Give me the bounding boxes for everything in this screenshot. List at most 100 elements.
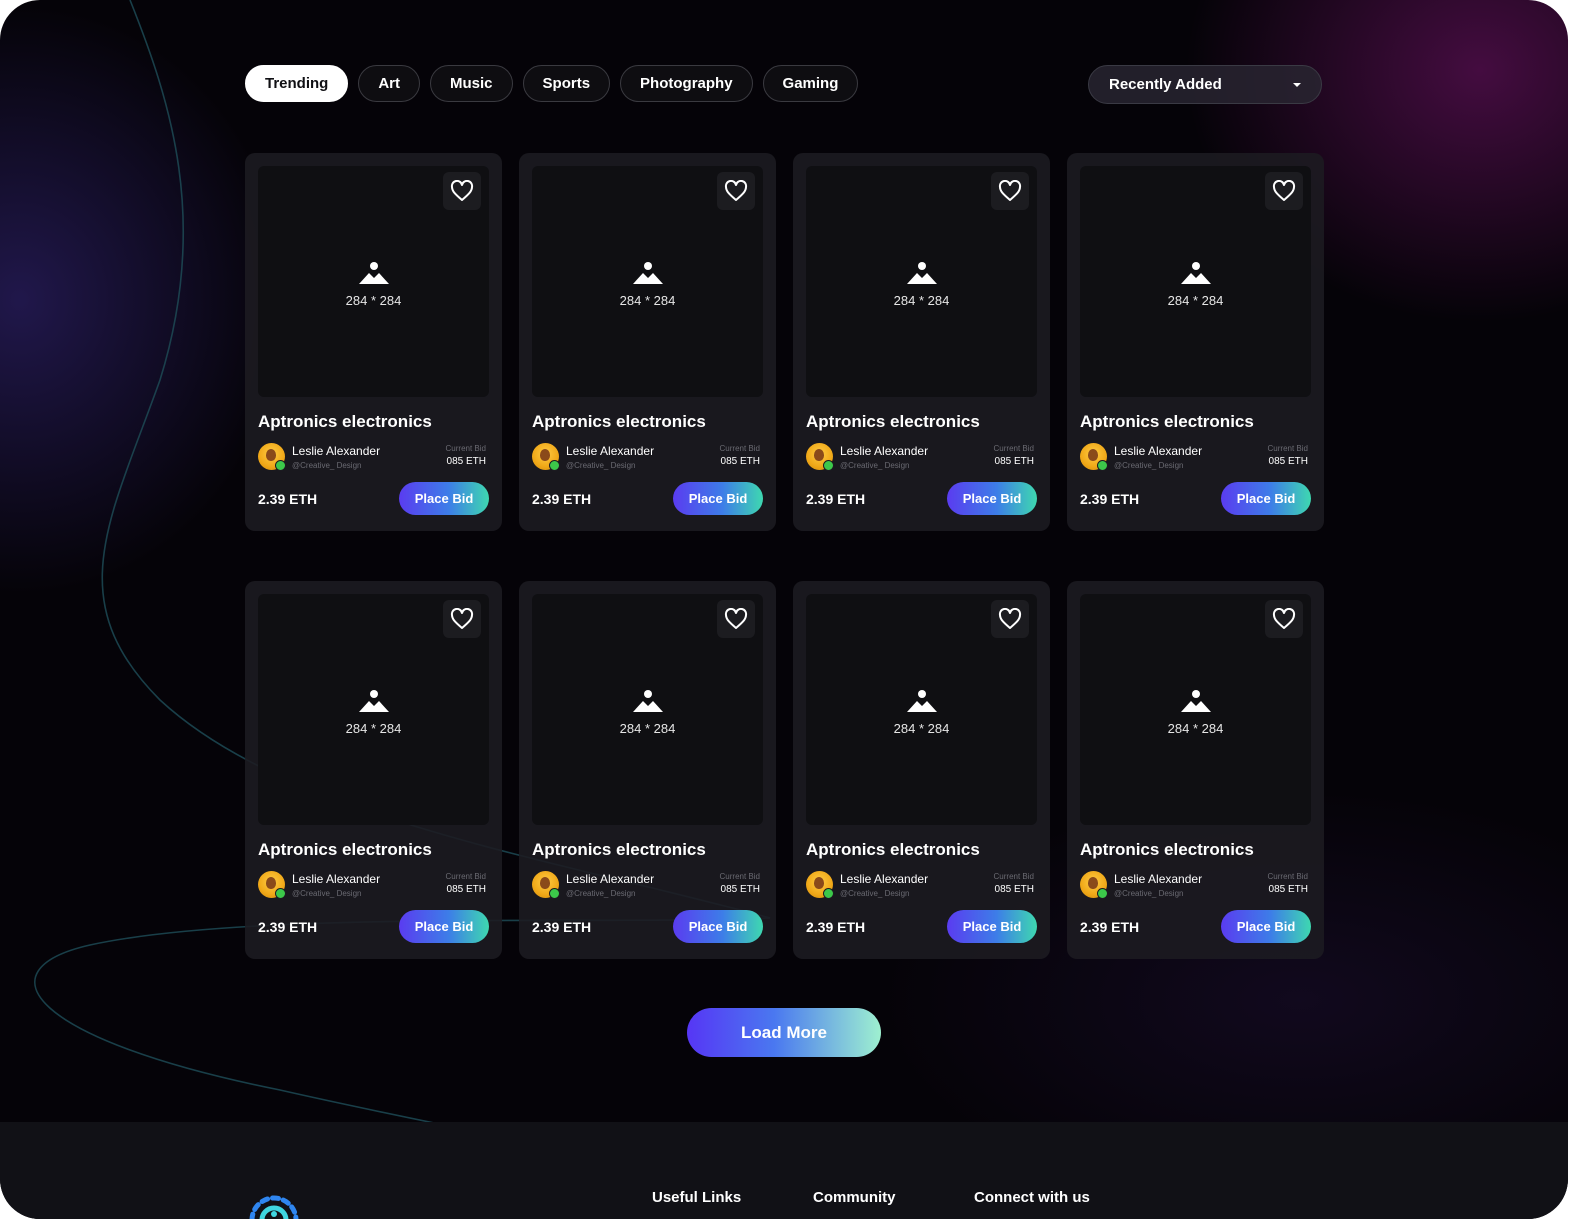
avatar[interactable] [806, 443, 834, 471]
filter-tab-photography[interactable]: Photography [620, 65, 753, 102]
current-bid-label: Current Bid [445, 444, 486, 453]
verified-badge-icon [549, 888, 560, 899]
nft-title[interactable]: Aptronics electronics [1080, 412, 1311, 432]
nft-card[interactable]: 284 * 284 Aptronics electronics Leslie A… [519, 581, 776, 959]
creator-name[interactable]: Leslie Alexander [292, 444, 380, 458]
nft-title[interactable]: Aptronics electronics [258, 412, 489, 432]
creator-handle: @Creative_ Design [292, 460, 362, 470]
creator-handle: @Creative_ Design [840, 460, 910, 470]
current-bid-value: 085 ETH [720, 456, 760, 467]
creator-name[interactable]: Leslie Alexander [566, 872, 654, 886]
nft-image-placeholder[interactable]: 284 * 284 [532, 594, 763, 825]
creator-name[interactable]: Leslie Alexander [1114, 444, 1202, 458]
current-bid-value: 085 ETH [1268, 884, 1308, 895]
creator-name[interactable]: Leslie Alexander [1114, 872, 1202, 886]
sort-dropdown[interactable]: Recently Added [1088, 65, 1322, 104]
nft-title[interactable]: Aptronics electronics [532, 412, 763, 432]
current-bid-value: 085 ETH [994, 884, 1034, 895]
place-bid-button[interactable]: Place Bid [399, 482, 489, 515]
avatar[interactable] [532, 871, 560, 899]
nft-title[interactable]: Aptronics electronics [1080, 840, 1311, 860]
creator-handle: @Creative_ Design [1114, 460, 1184, 470]
filter-tab-art[interactable]: Art [358, 65, 421, 102]
nft-image-placeholder[interactable]: 284 * 284 [258, 594, 489, 825]
nft-title[interactable]: Aptronics electronics [532, 840, 763, 860]
nft-image-placeholder[interactable]: 284 * 284 [1080, 166, 1311, 397]
heart-icon[interactable] [717, 172, 755, 210]
heart-icon[interactable] [717, 600, 755, 638]
nft-image-placeholder[interactable]: 284 * 284 [532, 166, 763, 397]
nft-card[interactable]: 284 * 284 Aptronics electronics Leslie A… [793, 581, 1050, 959]
current-bid-info: Current Bid 085 ETH [994, 444, 1034, 467]
avatar[interactable] [806, 871, 834, 899]
heart-icon[interactable] [1265, 600, 1303, 638]
nft-price: 2.39 ETH [806, 490, 866, 507]
avatar[interactable] [258, 443, 286, 471]
nft-image-placeholder[interactable]: 284 * 284 [806, 594, 1037, 825]
heart-icon[interactable] [443, 600, 481, 638]
heart-icon[interactable] [991, 172, 1029, 210]
current-bid-info: Current Bid 085 ETH [1268, 872, 1308, 895]
nft-image-placeholder[interactable]: 284 * 284 [1080, 594, 1311, 825]
image-dimensions-label: 284 * 284 [893, 293, 950, 308]
caret-down-icon [1293, 82, 1301, 87]
current-bid-value: 085 ETH [446, 456, 486, 467]
place-bid-button[interactable]: Place Bid [673, 910, 763, 943]
verified-badge-icon [549, 460, 560, 471]
place-bid-button[interactable]: Place Bid [947, 910, 1037, 943]
footer-heading-connect[interactable]: Connect with us [974, 1189, 1090, 1206]
place-bid-button[interactable]: Place Bid [1221, 482, 1311, 515]
place-bid-button[interactable]: Place Bid [947, 482, 1037, 515]
price-row: 2.39 ETH Place Bid [806, 482, 1037, 515]
current-bid-info: Current Bid 085 ETH [1268, 444, 1308, 467]
nft-card[interactable]: 284 * 284 Aptronics electronics Leslie A… [793, 153, 1050, 531]
heart-icon[interactable] [991, 600, 1029, 638]
footer-heading-community[interactable]: Community [813, 1189, 896, 1206]
load-more-button[interactable]: Load More [687, 1008, 881, 1057]
nft-title[interactable]: Aptronics electronics [806, 412, 1037, 432]
creator-handle: @Creative_ Design [292, 888, 362, 898]
nft-card[interactable]: 284 * 284 Aptronics electronics Leslie A… [519, 153, 776, 531]
filter-tab-sports[interactable]: Sports [522, 65, 611, 102]
verified-badge-icon [1097, 460, 1108, 471]
place-bid-button[interactable]: Place Bid [1221, 910, 1311, 943]
filter-tab-gaming[interactable]: Gaming [762, 65, 859, 102]
current-bid-label: Current Bid [993, 872, 1034, 881]
current-bid-value: 085 ETH [720, 884, 760, 895]
nft-card[interactable]: 284 * 284 Aptronics electronics Leslie A… [245, 153, 502, 531]
image-dimensions-label: 284 * 284 [1167, 293, 1224, 308]
nft-card[interactable]: 284 * 284 Aptronics electronics Leslie A… [245, 581, 502, 959]
avatar[interactable] [1080, 443, 1108, 471]
nft-title[interactable]: Aptronics electronics [258, 840, 489, 860]
heart-icon[interactable] [1265, 172, 1303, 210]
filter-tab-music[interactable]: Music [430, 65, 513, 102]
image-icon [632, 262, 663, 284]
nft-card[interactable]: 284 * 284 Aptronics electronics Leslie A… [1067, 581, 1324, 959]
creator-row: Leslie Alexander @Creative_ Design Curre… [1080, 871, 1311, 899]
avatar[interactable] [1080, 871, 1108, 899]
avatar[interactable] [258, 871, 286, 899]
filter-tab-trending[interactable]: Trending [245, 65, 349, 102]
place-bid-button[interactable]: Place Bid [673, 482, 763, 515]
price-row: 2.39 ETH Place Bid [532, 910, 763, 943]
creator-name[interactable]: Leslie Alexander [292, 872, 380, 886]
creator-name[interactable]: Leslie Alexander [566, 444, 654, 458]
current-bid-info: Current Bid 085 ETH [446, 444, 486, 467]
nft-image-placeholder[interactable]: 284 * 284 [806, 166, 1037, 397]
category-filter-bar: Trending Art Music Sports Photography Gaming [245, 65, 859, 102]
creator-row: Leslie Alexander @Creative_ Design Curre… [806, 871, 1037, 899]
nft-title[interactable]: Aptronics electronics [806, 840, 1037, 860]
footer-heading-useful-links[interactable]: Useful Links [652, 1189, 741, 1206]
creator-name[interactable]: Leslie Alexander [840, 444, 928, 458]
avatar[interactable] [532, 443, 560, 471]
nft-price: 2.39 ETH [1080, 918, 1140, 935]
heart-icon[interactable] [443, 172, 481, 210]
creator-name[interactable]: Leslie Alexander [840, 872, 928, 886]
price-row: 2.39 ETH Place Bid [1080, 910, 1311, 943]
place-bid-button[interactable]: Place Bid [399, 910, 489, 943]
nft-card[interactable]: 284 * 284 Aptronics electronics Leslie A… [1067, 153, 1324, 531]
verified-badge-icon [275, 460, 286, 471]
current-bid-label: Current Bid [1267, 872, 1308, 881]
current-bid-info: Current Bid 085 ETH [994, 872, 1034, 895]
nft-image-placeholder[interactable]: 284 * 284 [258, 166, 489, 397]
